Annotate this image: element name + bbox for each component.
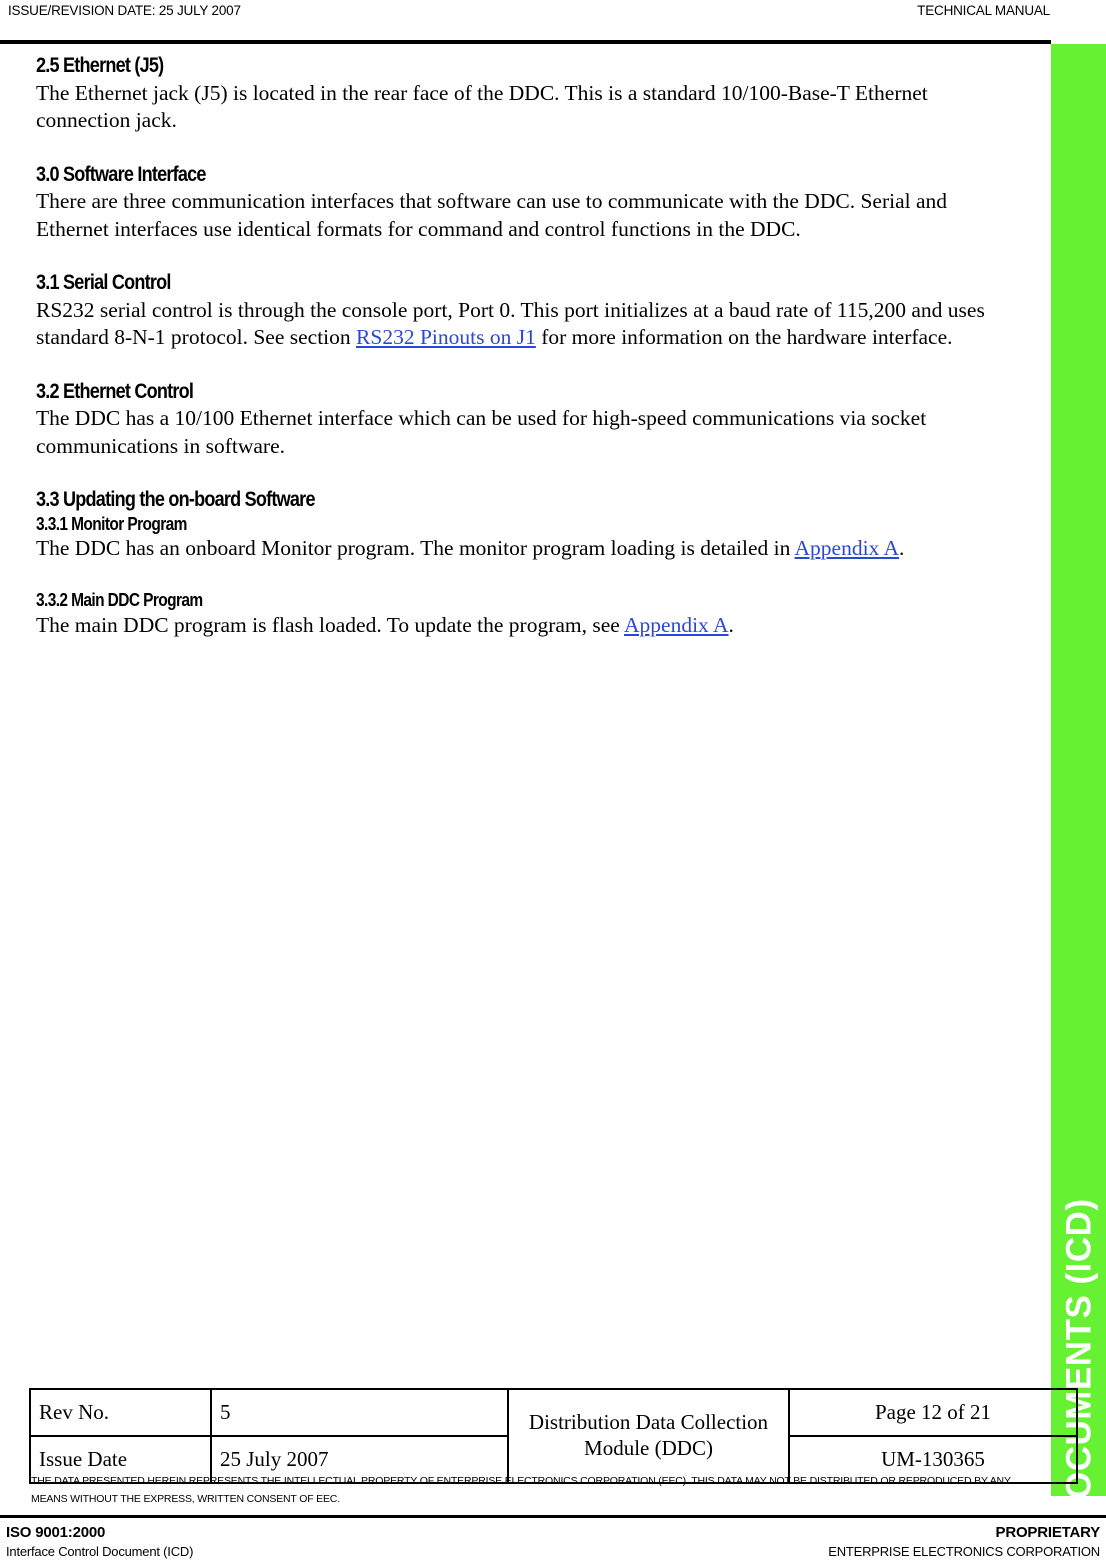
appendix-tab-rotation-wrapper: APPENDIX A INTERFACE CONTROL DOCUMENTS (… [1051,44,1106,1496]
footer-right-block: PROPRIETARY ENTERPRISE ELECTRONICS CORPO… [828,1523,1100,1560]
header-issue-revision-date: ISSUE/REVISION DATE: 25 JULY 2007 [8,3,241,18]
link-appendix-a-main-ddc[interactable]: Appendix A [624,613,729,637]
section-heading-2-5: 2.5 Ethernet (J5) [36,54,164,77]
section-heading-3-2: 3.2 Ethernet Control [36,379,194,403]
section-body-2-5: The Ethernet jack (J5) is located in the… [36,80,928,133]
header-rule [0,40,1051,44]
page-footer: ISO 9001:2000 Interface Control Document… [0,1521,1106,1562]
section-heading-3-0: 3.0 Software Interface [36,162,206,186]
document-content: 2.5 Ethernet (J5) The Ethernet jack (J5)… [36,54,1002,639]
section-body-3-0: There are three communication interfaces… [36,189,948,241]
section-body-3-3-1-text-after-link: . [899,535,905,560]
footer-iso-certification: ISO 9001:2000 [6,1524,106,1541]
footer-document-title: Interface Control Document (ICD) [6,1543,194,1559]
section-body-3-2: The DDC has a 10/100 Ethernet interface … [36,406,927,458]
cell-rev-no-value: 5 [210,1388,509,1437]
proprietary-disclaimer: THE DATA PRESENTED HEREIN REPRESENTS THE… [31,1475,1011,1506]
section-body-3-3-1-text-before-link: The DDC has an onboard Monitor program. … [36,535,795,560]
appendix-tab-label: APPENDIX A INTERFACE CONTROL DOCUMENTS (… [1051,751,1106,1496]
footer-left-block: ISO 9001:2000 Interface Control Document… [6,1523,193,1560]
section-body-3-1: RS232 serial control is through the cons… [36,297,1002,352]
footer-proprietary-label: PROPRIETARY [995,1524,1101,1541]
document-info-table: Rev No. 5 Distribution Data Collection M… [29,1388,1078,1484]
cell-page-number: Page 12 of 21 [788,1388,1078,1437]
footer-rule [0,1515,1106,1518]
link-rs232-pinouts-on-j1[interactable]: RS232 Pinouts on J1 [356,325,536,349]
page-header: ISSUE/REVISION DATE: 25 JULY 2007 TECHNI… [0,0,1106,40]
section-heading-3-3-2: 3.3.2 Main DDC Program [36,590,203,611]
cell-rev-no-label: Rev No. [29,1388,212,1437]
section-heading-3-1: 3.1 Serial Control [36,271,171,295]
cell-product-name: Distribution Data Collection Module (DDC… [507,1388,790,1484]
section-body-3-3-2-text-after-link: . [728,612,734,637]
link-appendix-a-monitor[interactable]: Appendix A [795,536,900,560]
appendix-tab: APPENDIX A INTERFACE CONTROL DOCUMENTS (… [1051,44,1106,1496]
section-body-3-3-1: The DDC has an onboard Monitor program. … [36,535,1002,563]
section-body-3-3-2-text-before-link: The main DDC program is flash loaded. To… [36,612,625,637]
section-body-3-3-2: The main DDC program is flash loaded. To… [36,612,1002,640]
table-row: Rev No. 5 Distribution Data Collection M… [29,1388,1078,1484]
section-body-3-1-text-after-link: for more information on the hardware int… [535,325,953,350]
footer-company-name: ENTERPRISE ELECTRONICS CORPORATION [828,1543,1100,1559]
section-heading-3-3-1: 3.3.1 Monitor Program [36,513,187,534]
header-document-type: TECHNICAL MANUAL [917,3,1050,18]
section-heading-3-3: 3.3 Updating the on-board Software [36,488,315,512]
